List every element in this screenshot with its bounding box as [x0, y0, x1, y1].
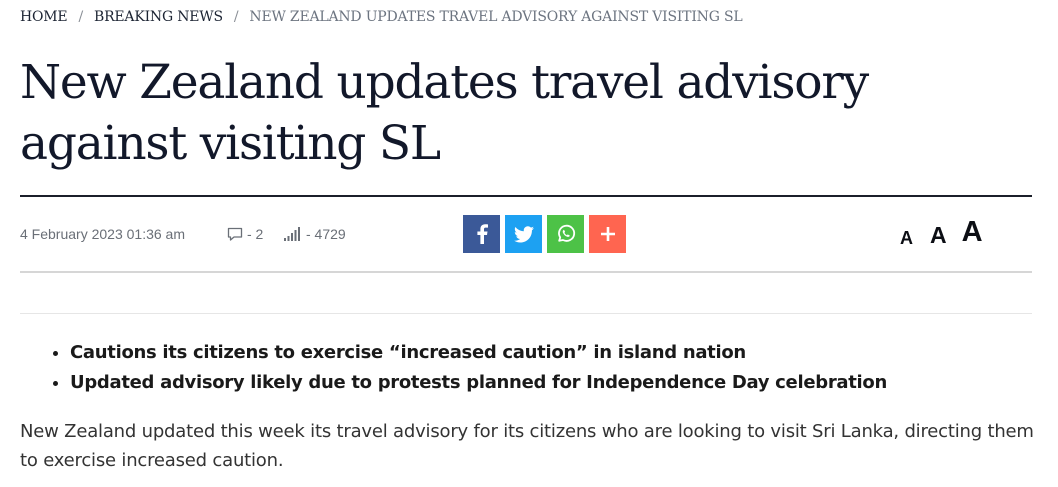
comment-count-text: - 2 — [247, 226, 264, 242]
whatsapp-share-button[interactable] — [547, 215, 584, 253]
breadcrumb: HOME / BREAKING NEWS / NEW ZEALAND UPDAT… — [20, 7, 743, 27]
highlight-item: Updated advisory likely due to protests … — [70, 368, 887, 398]
content-divider — [20, 313, 1032, 314]
meta-divider — [20, 271, 1032, 273]
twitter-icon — [513, 225, 534, 242]
font-size-controls: A A A — [900, 214, 983, 254]
font-size-medium-button[interactable]: A — [930, 224, 947, 247]
font-size-small-button[interactable]: A — [900, 229, 913, 247]
breadcrumb-section-link[interactable]: BREAKING NEWS — [94, 9, 223, 25]
twitter-share-button[interactable] — [505, 215, 542, 253]
breadcrumb-separator: / — [78, 9, 83, 25]
article-date: 4 February 2023 01:36 am — [20, 224, 185, 244]
highlight-item: Cautions its citizens to exercise “incre… — [70, 338, 887, 368]
facebook-icon — [476, 224, 488, 244]
comment-icon — [227, 227, 243, 241]
article-highlights: Cautions its citizens to exercise “incre… — [70, 338, 887, 398]
more-share-button[interactable] — [589, 215, 626, 253]
signal-bars-icon — [284, 227, 300, 241]
breadcrumb-separator: / — [233, 9, 239, 25]
font-size-large-button[interactable]: A — [962, 218, 983, 247]
article-date-text: 4 February 2023 01:36 am — [20, 226, 185, 242]
article-body: New Zealand updated this week its travel… — [20, 421, 1034, 471]
breadcrumb-current: NEW ZEALAND UPDATES TRAVEL ADVISORY AGAI… — [249, 9, 743, 25]
whatsapp-icon — [557, 224, 575, 242]
share-buttons — [463, 215, 631, 253]
view-count: - 4729 — [284, 224, 346, 244]
title-divider — [20, 195, 1032, 197]
view-count-text: - 4729 — [306, 226, 346, 242]
breadcrumb-home-link[interactable]: HOME — [20, 9, 68, 25]
comment-count[interactable]: - 2 — [227, 224, 263, 244]
plus-icon — [600, 227, 615, 241]
facebook-share-button[interactable] — [463, 215, 500, 253]
article-title: New Zealand updates travel advisory agai… — [20, 55, 869, 171]
